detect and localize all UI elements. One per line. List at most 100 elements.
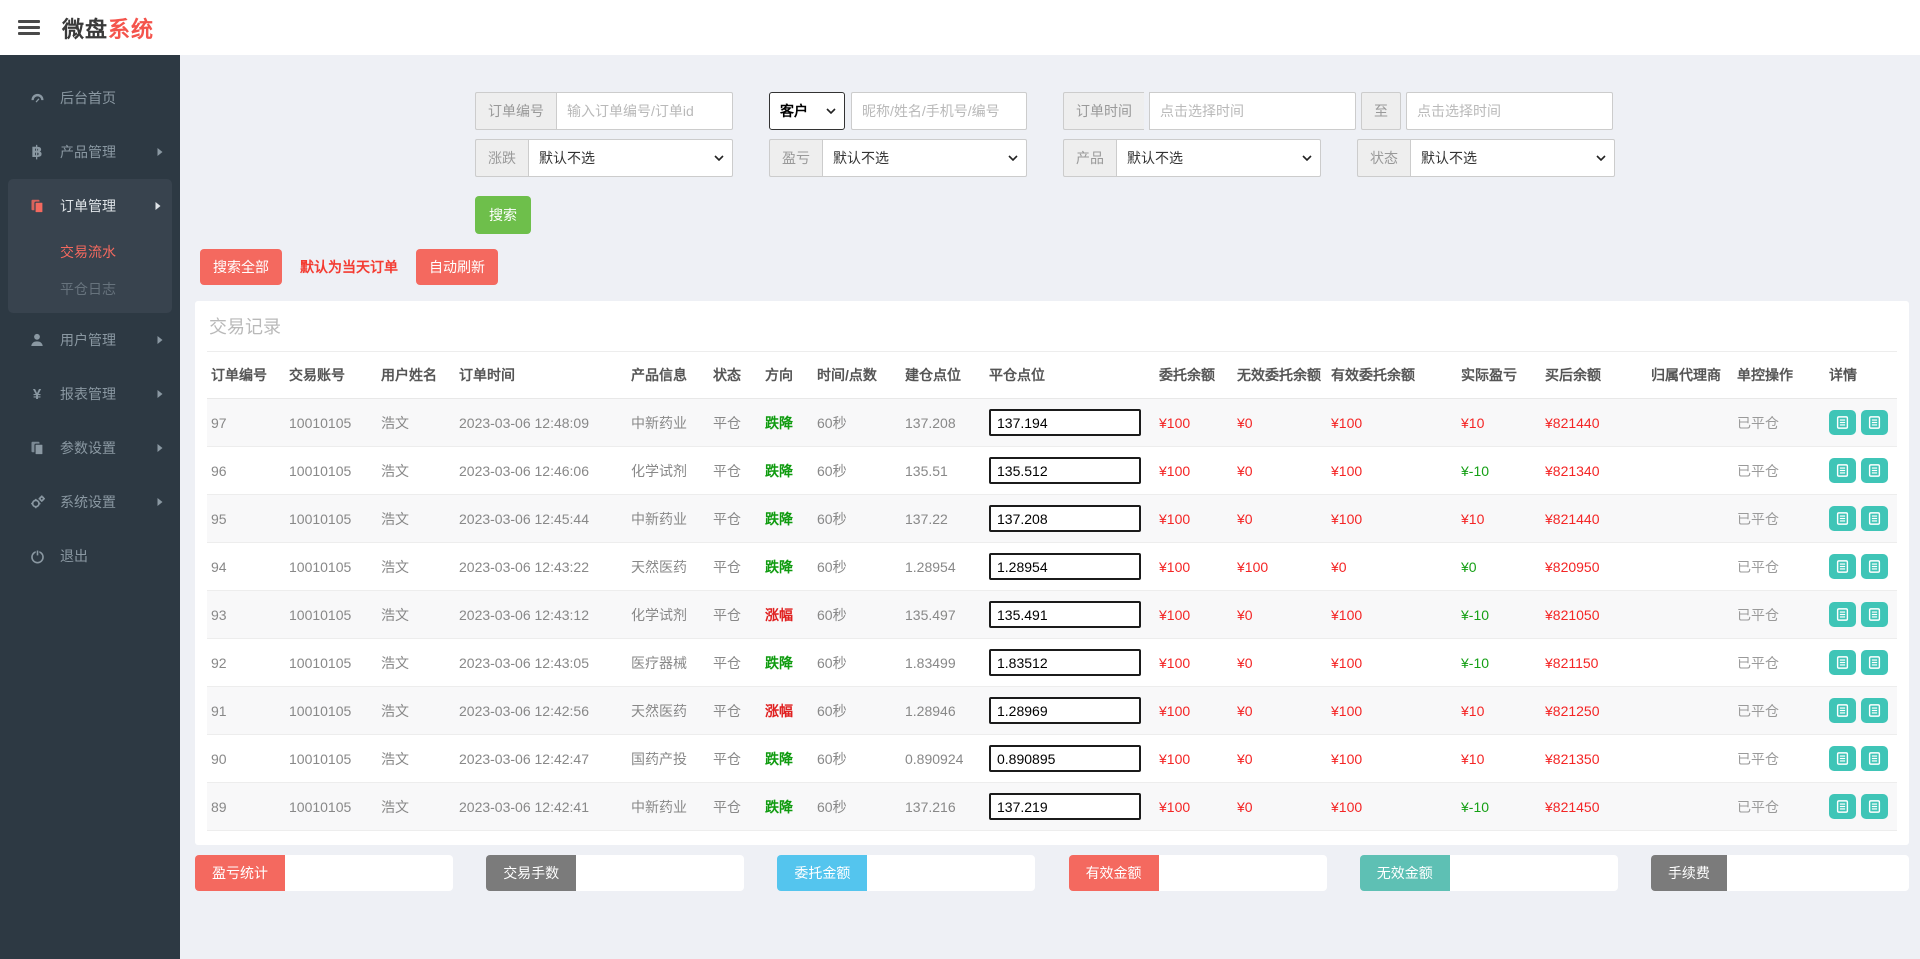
order-no-input[interactable] [556,92,733,130]
menu-toggle-icon[interactable] [18,16,40,38]
default-today-hint: 默认为当天订单 [300,259,398,275]
cell-account: 10010105 [285,398,377,447]
detail-button[interactable] [1829,554,1856,579]
detail-secondary-button[interactable] [1861,410,1888,435]
close-point-input[interactable] [989,457,1141,484]
col-product: 产品信息 [627,352,709,399]
cell-after-balance: ¥821250 [1541,686,1647,735]
detail-button[interactable] [1829,698,1856,723]
sidebar: 后台首页฿产品管理 订单管理 交易流水 平仓日志用户管理 ¥ 报表管理 参数设置 系统设置 退出 [0,55,180,959]
status-select[interactable]: 默认不选 [1410,139,1615,177]
table-row: 96 10010105 浩文 2023-03-06 12:46:06 化学试剂 平仓 跌降 6… [207,446,1897,495]
summary-valid-amount: 有效金额 [1068,855,1327,891]
detail-secondary-button[interactable] [1861,458,1888,483]
customer-keyword-input[interactable] [851,92,1027,130]
sidebar-item-order-management[interactable]: 订单管理 [8,179,172,233]
profit-loss-select[interactable]: 默认不选 [822,139,1027,177]
detail-secondary-button[interactable] [1861,554,1888,579]
rise-fall-select[interactable]: 默认不选 [528,139,733,177]
cell-product: 化学试剂 [627,590,709,639]
product-select[interactable]: 默认不选 [1116,139,1321,177]
cell-status: 平仓 [709,686,761,735]
col-detail: 详情 [1825,352,1897,399]
detail-button[interactable] [1829,458,1856,483]
close-point-input[interactable] [989,505,1141,532]
close-point-input[interactable] [989,697,1141,724]
time-start-input[interactable] [1149,92,1356,130]
search-all-button[interactable]: 搜索全部 [200,249,282,285]
detail-secondary-button[interactable] [1861,650,1888,675]
sidebar-item-dashboard[interactable]: 后台首页 [0,71,180,125]
detail-button[interactable] [1829,746,1856,771]
summary-valid-amount-value[interactable] [1158,855,1327,891]
col-valid_entrust: 有效委托余额 [1327,352,1457,399]
summary-fee-value[interactable] [1726,855,1909,891]
detail-secondary-button[interactable] [1861,506,1888,531]
sidebar-item-user-management[interactable]: 用户管理 [0,313,180,367]
col-direction: 方向 [761,352,813,399]
cell-valid-entrust: ¥100 [1327,494,1457,543]
detail-button[interactable] [1829,506,1856,531]
cell-entrust-balance: ¥100 [1155,494,1233,543]
auto-refresh-button[interactable]: 自动刷新 [416,249,498,285]
cell-entrust-balance: ¥100 [1155,686,1233,735]
cell-account: 10010105 [285,446,377,495]
table-row: 95 10010105 浩文 2023-03-06 12:45:44 中新药业 平仓 跌降 6… [207,494,1897,543]
close-point-input[interactable] [989,793,1141,820]
detail-secondary-button[interactable] [1861,602,1888,627]
close-point-input[interactable] [989,553,1141,580]
sidebar-item-parameter-settings[interactable]: 参数设置 [0,421,180,475]
cell-actual-profit: ¥10 [1457,686,1541,735]
sidebar-item-system-settings[interactable]: 系统设置 [0,475,180,529]
cell-valid-entrust: ¥100 [1327,638,1457,687]
cell-status: 平仓 [709,782,761,831]
detail-button[interactable] [1829,794,1856,819]
sidebar-item-product-management[interactable]: ฿产品管理 [0,125,180,179]
col-status: 状态 [709,352,761,399]
cell-duration: 60秒 [813,494,901,543]
sidebar-subitem-trade-flow[interactable]: 交易流水 [8,233,172,270]
filter-profit-loss: 盈亏 默认不选 [769,139,1027,177]
close-point-input[interactable] [989,649,1141,676]
cell-agent [1647,398,1733,447]
cell-invalid-entrust: ¥100 [1233,542,1327,591]
detail-button[interactable] [1829,602,1856,627]
cell-id: 94 [207,542,285,591]
cell-direction: 跌降 [761,398,813,447]
cell-product: 化学试剂 [627,446,709,495]
detail-button[interactable] [1829,650,1856,675]
cell-time: 2023-03-06 12:43:22 [455,542,627,591]
cell-name: 浩文 [377,638,455,687]
summary-entrust-amount: 委托金额 [777,855,1036,891]
summary-trade-lots-value[interactable] [576,855,745,891]
sidebar-item-logout[interactable]: 退出 [0,529,180,583]
detail-secondary-button[interactable] [1861,794,1888,819]
close-point-input[interactable] [989,745,1141,772]
cell-valid-entrust: ¥100 [1327,446,1457,495]
cell-invalid-entrust: ¥0 [1233,590,1327,639]
detail-secondary-button[interactable] [1861,746,1888,771]
cell-control: 已平仓 [1733,398,1825,447]
filter-form: 订单编号 客户 订单时间 至 [475,55,1909,234]
detail-secondary-button[interactable] [1861,698,1888,723]
summary-profit-stats-label: 盈亏统计 [195,855,285,891]
customer-type-select[interactable]: 客户 [769,92,845,130]
detail-button[interactable] [1829,410,1856,435]
summary-profit-stats: 盈亏统计 [195,855,453,891]
time-end-input[interactable] [1406,92,1613,130]
cell-direction: 跌降 [761,446,813,495]
cell-product: 中新药业 [627,494,709,543]
sidebar-item-report-management[interactable]: ¥ 报表管理 [0,367,180,421]
close-point-input[interactable] [989,409,1141,436]
cell-direction: 跌降 [761,638,813,687]
cell-account: 10010105 [285,542,377,591]
order-time-label: 订单时间 [1063,92,1144,130]
close-point-input[interactable] [989,601,1141,628]
cell-actual-profit: ¥-10 [1457,638,1541,687]
summary-entrust-amount-value[interactable] [867,855,1036,891]
summary-invalid-amount-value[interactable] [1449,855,1618,891]
sidebar-subitem-close-position-log[interactable]: 平仓日志 [8,270,172,307]
search-button[interactable]: 搜索 [475,196,531,234]
summary-invalid-amount-label: 无效金额 [1359,855,1450,891]
summary-profit-stats-value[interactable] [285,855,453,891]
